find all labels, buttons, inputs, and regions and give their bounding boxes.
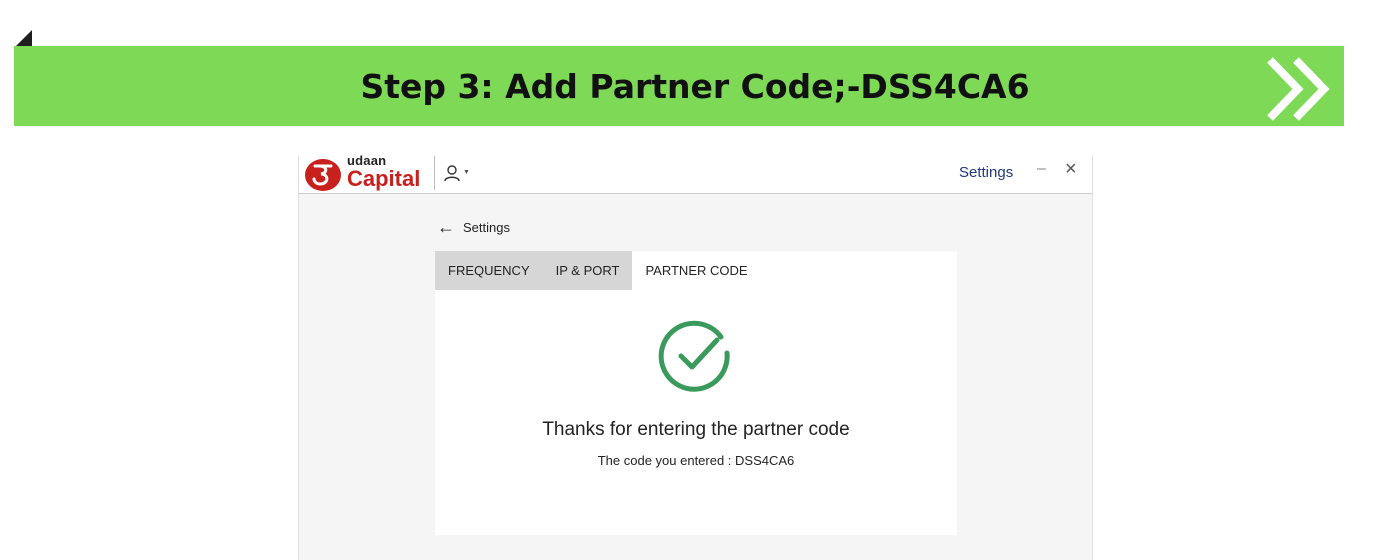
double-chevron-icon bbox=[1262, 52, 1330, 126]
title-bar: udaan Capital ▼ Settings – × bbox=[299, 154, 1092, 194]
check-circle-icon bbox=[658, 320, 730, 392]
logo-mark-icon bbox=[305, 159, 341, 191]
entered-code-text: The code you entered : DSS4CA6 bbox=[597, 453, 795, 468]
title-bar-divider bbox=[434, 156, 435, 190]
chevron-down-icon: ▼ bbox=[463, 168, 470, 176]
tab-frequency[interactable]: FREQUENCY bbox=[435, 251, 543, 290]
settings-card: FREQUENCY IP & PORT PARTNER CODE Thanks … bbox=[435, 251, 957, 535]
banner-corner-decoration bbox=[16, 30, 32, 46]
app-window: udaan Capital ▼ Settings – × ← Settings … bbox=[298, 154, 1093, 560]
tab-partner-code[interactable]: PARTNER CODE bbox=[632, 251, 761, 290]
back-to-settings[interactable]: ← Settings bbox=[437, 218, 510, 236]
user-icon bbox=[444, 165, 460, 182]
step-title: Step 3: Add Partner Code;-DSS4CA6 bbox=[360, 66, 1030, 106]
success-message: Thanks for entering the partner code bbox=[542, 419, 850, 440]
close-button[interactable]: × bbox=[1065, 159, 1077, 179]
settings-tabs: FREQUENCY IP & PORT PARTNER CODE bbox=[435, 251, 761, 290]
minimize-button[interactable]: – bbox=[1037, 160, 1046, 178]
user-menu-button[interactable]: ▼ bbox=[443, 162, 470, 184]
tab-ip-port[interactable]: IP & PORT bbox=[542, 251, 633, 290]
arrow-left-icon: ← bbox=[437, 217, 455, 237]
udaan-capital-logo: udaan Capital bbox=[303, 154, 421, 194]
logo-text-big: Capital bbox=[347, 166, 421, 191]
settings-link[interactable]: Settings bbox=[959, 164, 1013, 181]
back-label: Settings bbox=[463, 219, 510, 235]
